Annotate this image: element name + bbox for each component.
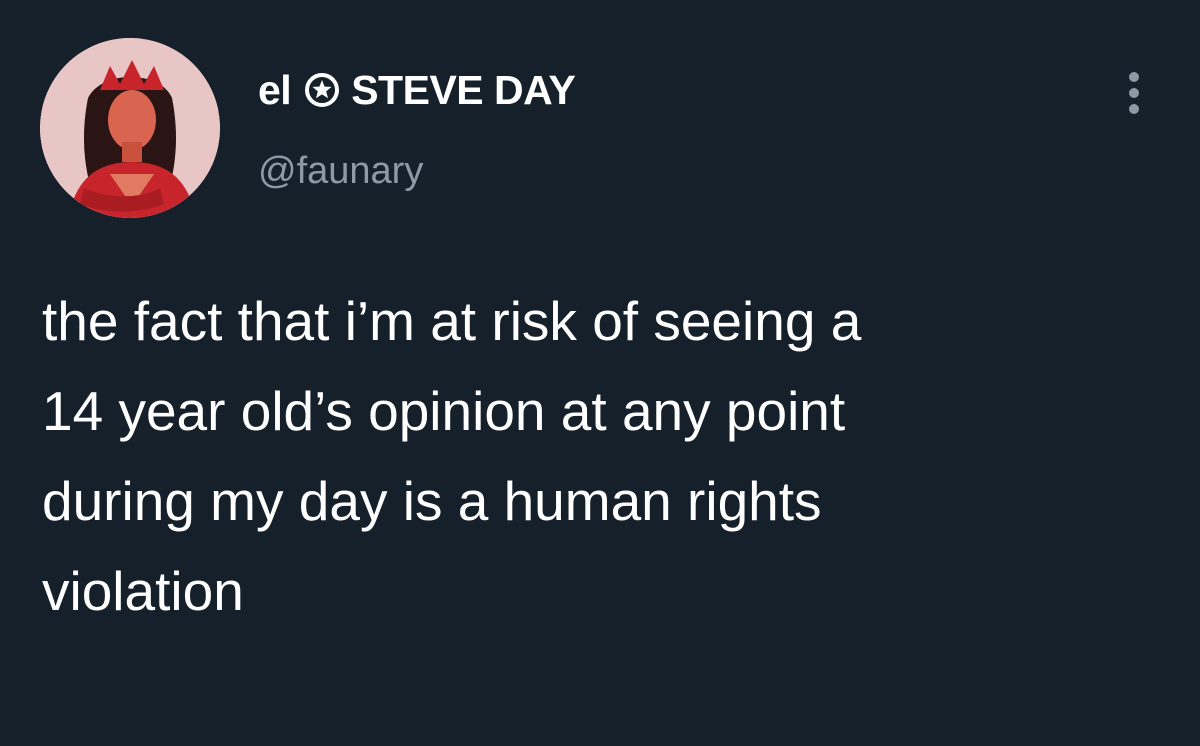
tweet-text: the fact that i’m at risk of seeing a 14… [42, 290, 862, 622]
display-name-suffix: STEVE DAY [351, 66, 576, 113]
avatar[interactable] [40, 38, 220, 218]
star-badge-icon [303, 71, 341, 109]
author-name-row[interactable]: el STEVE DAY [258, 64, 576, 116]
more-vertical-icon [1129, 72, 1139, 114]
display-name-prefix: el [258, 66, 292, 113]
author-handle[interactable]: @faunary [258, 150, 423, 193]
more-options-button[interactable] [1118, 70, 1150, 116]
avatar-icon [40, 38, 220, 218]
tweet-card: el STEVE DAY @faunary the fact that i’m … [0, 0, 1200, 746]
